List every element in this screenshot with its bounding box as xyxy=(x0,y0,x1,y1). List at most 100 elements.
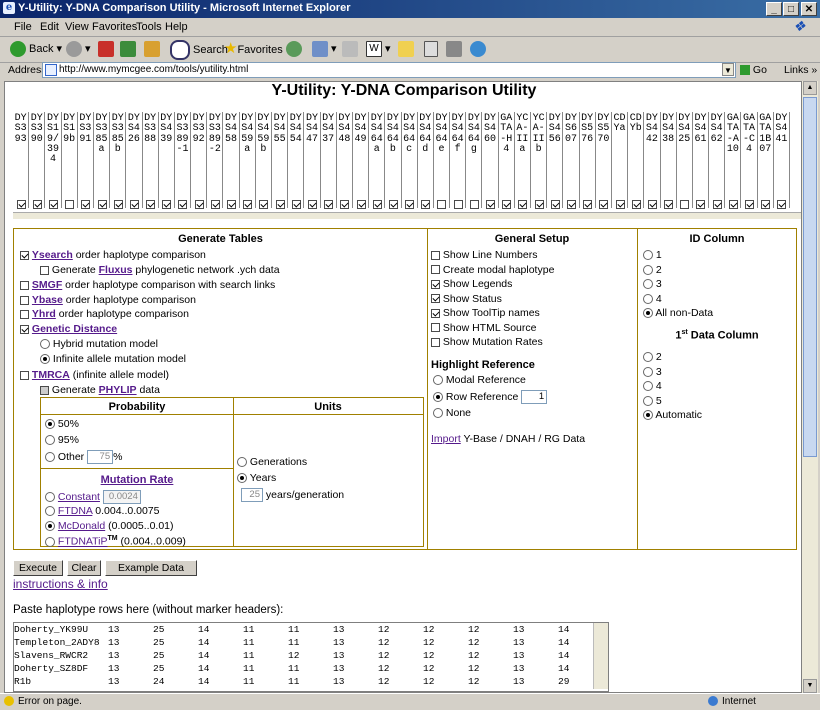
marker-checkbox[interactable] xyxy=(259,199,269,209)
marker-checkbox[interactable] xyxy=(356,199,366,209)
ftdna-radio[interactable] xyxy=(45,506,55,517)
marker-checkbox[interactable] xyxy=(324,199,334,209)
smgf-checkbox[interactable] xyxy=(20,280,29,290)
marker-checkbox[interactable] xyxy=(178,199,188,209)
years-per-generation-input[interactable]: 25 xyxy=(241,488,263,502)
marker-checkbox[interactable] xyxy=(696,199,706,209)
example-data-button[interactable]: Example Data xyxy=(105,560,197,576)
setup-checkbox[interactable] xyxy=(431,279,440,289)
marker-checkbox[interactable] xyxy=(631,199,641,209)
marker-checkbox[interactable] xyxy=(664,199,674,209)
years-radio[interactable] xyxy=(237,473,247,484)
genetic-distance-link[interactable]: Genetic Distance xyxy=(32,323,117,335)
data-column-radio[interactable] xyxy=(643,395,653,406)
ybase-link[interactable]: Ybase xyxy=(32,294,63,306)
setup-checkbox[interactable] xyxy=(431,308,440,318)
menu-tools[interactable]: Tools xyxy=(136,21,162,33)
setup-checkbox[interactable] xyxy=(431,265,440,275)
mcdonald-radio[interactable] xyxy=(45,521,55,532)
marker-checkbox[interactable] xyxy=(405,199,415,209)
close-button[interactable]: ✕ xyxy=(801,2,817,16)
import-link[interactable]: Import xyxy=(431,433,461,445)
phylip-link[interactable]: PHYLIP xyxy=(99,384,137,396)
research-button[interactable] xyxy=(424,40,441,58)
ftdna-link[interactable]: FTDNA xyxy=(58,505,92,517)
marker-checkbox[interactable] xyxy=(534,199,544,209)
ftdnatip-radio[interactable] xyxy=(45,536,55,547)
menu-favorites[interactable]: Favorites xyxy=(92,21,137,33)
marker-checkbox[interactable] xyxy=(32,199,42,209)
textarea-scrollbar[interactable] xyxy=(593,623,608,689)
marker-checkbox[interactable] xyxy=(388,199,398,209)
menu-view[interactable]: View xyxy=(65,21,89,33)
constant-radio[interactable] xyxy=(45,492,55,502)
genetic-distance-checkbox[interactable] xyxy=(20,324,29,334)
instructions-link[interactable]: instructions & info xyxy=(13,577,108,591)
menu-edit[interactable]: Edit xyxy=(40,21,59,33)
search-button[interactable]: Search xyxy=(170,40,228,60)
yhrd-checkbox[interactable] xyxy=(20,309,29,319)
marker-checkbox[interactable] xyxy=(566,199,576,209)
ysearch-checkbox[interactable] xyxy=(20,250,29,260)
id-column-radio[interactable] xyxy=(643,279,653,290)
marker-checkbox[interactable] xyxy=(48,199,58,209)
marker-checkbox[interactable] xyxy=(615,199,625,209)
modal-reference-radio[interactable] xyxy=(433,375,443,386)
people-button[interactable] xyxy=(470,40,489,58)
marker-checkbox[interactable] xyxy=(243,199,253,209)
constant-input[interactable]: 0.0024 xyxy=(102,490,141,504)
marker-checkbox[interactable] xyxy=(761,199,771,209)
marker-checkbox[interactable] xyxy=(65,199,75,209)
id-column-radio[interactable] xyxy=(643,293,653,304)
marker-checkbox[interactable] xyxy=(486,199,496,209)
data-column-radio[interactable] xyxy=(643,410,653,421)
marker-checkbox[interactable] xyxy=(745,199,755,209)
marker-checkbox[interactable] xyxy=(81,199,91,209)
marker-checkbox[interactable] xyxy=(372,199,382,209)
marker-checkbox[interactable] xyxy=(437,199,447,209)
discuss-button[interactable] xyxy=(398,40,417,58)
marker-checkbox[interactable] xyxy=(16,199,26,209)
marker-checkbox[interactable] xyxy=(307,199,317,209)
marker-checkbox[interactable] xyxy=(291,199,301,209)
mutation-rate-link[interactable]: Mutation Rate xyxy=(101,474,174,486)
refresh-button[interactable] xyxy=(120,40,139,58)
marker-checkbox[interactable] xyxy=(227,199,237,209)
marker-checkbox[interactable] xyxy=(518,199,528,209)
prob-95-radio[interactable] xyxy=(45,435,55,446)
forward-button[interactable]: ▾ xyxy=(66,40,91,58)
marker-checkbox[interactable] xyxy=(194,199,204,209)
marker-checkbox[interactable] xyxy=(421,199,431,209)
prob-other-radio[interactable] xyxy=(45,452,55,462)
marker-checkbox[interactable] xyxy=(647,199,657,209)
clear-button[interactable]: Clear xyxy=(67,560,101,576)
scroll-down-icon[interactable]: ▼ xyxy=(803,679,817,693)
go-button[interactable]: Go xyxy=(740,64,767,76)
marker-checkbox[interactable] xyxy=(728,199,738,209)
vertical-scrollbar[interactable]: ▲ ▼ xyxy=(802,81,818,693)
row-reference-radio[interactable] xyxy=(433,392,443,402)
marker-checkbox[interactable] xyxy=(680,199,690,209)
infinite-radio[interactable] xyxy=(40,354,50,365)
mcdonald-link[interactable]: McDonald xyxy=(58,520,105,532)
marker-checkbox[interactable] xyxy=(712,199,722,209)
messenger-button[interactable] xyxy=(446,40,465,58)
favorites-button[interactable]: ★Favorites xyxy=(224,40,283,58)
yhrd-link[interactable]: Yhrd xyxy=(32,308,56,320)
home-button[interactable] xyxy=(144,40,163,58)
maximize-button[interactable]: □ xyxy=(783,2,799,16)
prob-other-input[interactable]: 75 xyxy=(87,450,114,464)
back-button[interactable]: Back ▾ xyxy=(10,40,62,58)
edit-button[interactable]: W ▾ xyxy=(366,40,391,58)
data-column-radio[interactable] xyxy=(643,366,653,377)
history-button[interactable] xyxy=(286,40,305,58)
tmrca-link[interactable]: TMRCA xyxy=(32,369,70,381)
print-button[interactable] xyxy=(342,40,361,58)
menu-file[interactable]: File xyxy=(14,21,32,33)
marker-checkbox[interactable] xyxy=(129,199,139,209)
marker-checkbox[interactable] xyxy=(777,199,787,209)
scroll-up-icon[interactable]: ▲ xyxy=(803,81,817,95)
setup-checkbox[interactable] xyxy=(431,294,440,304)
mail-button[interactable]: ▾ xyxy=(312,40,337,58)
execute-button[interactable]: Execute xyxy=(13,560,63,576)
